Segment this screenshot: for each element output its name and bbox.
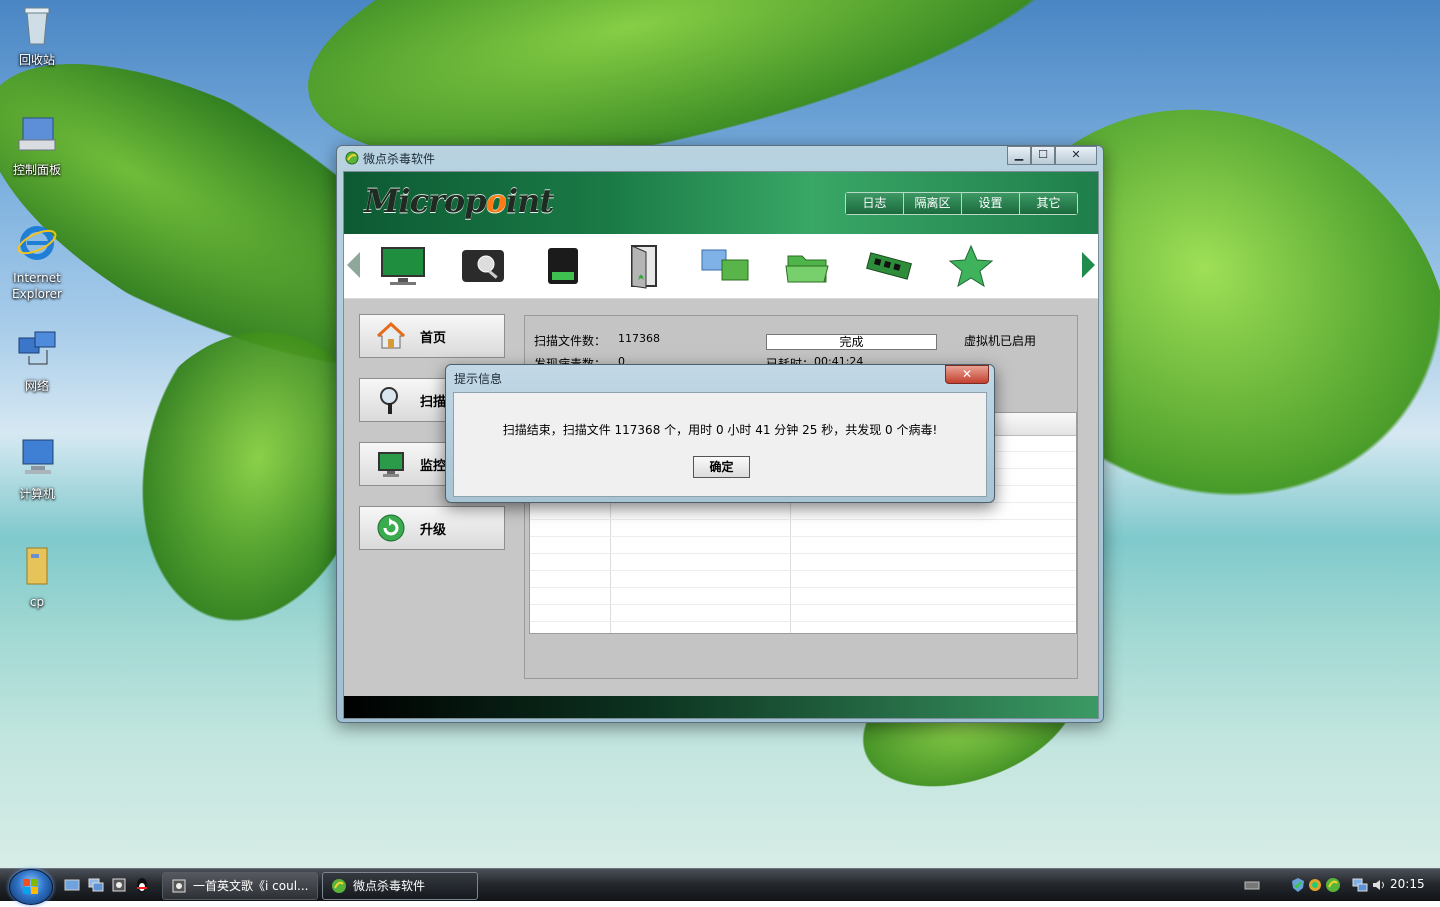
keyboard-icon[interactable] xyxy=(1244,877,1260,893)
media-app-icon xyxy=(172,879,186,893)
home-icon xyxy=(376,321,406,349)
desktop-icon-computer[interactable]: 计算机 xyxy=(1,436,73,502)
network-status-icon[interactable] xyxy=(1352,877,1368,893)
security-tray-icon[interactable] xyxy=(1307,877,1323,893)
micropoint-logo: Micropoint xyxy=(364,182,554,220)
status-bar xyxy=(344,696,1098,718)
computer-icon xyxy=(22,439,54,474)
control-panel-icon xyxy=(18,117,56,151)
minimize-button[interactable]: ▁ xyxy=(1007,146,1031,165)
monitor-icon[interactable] xyxy=(376,242,430,290)
usb-drive-icon[interactable] xyxy=(536,242,590,290)
app-logo-icon xyxy=(332,879,346,893)
disk-scan-icon[interactable] xyxy=(456,242,510,290)
info-dialog: 提示信息 ✕ 扫描结束，扫描文件 117368 个，用时 0 小时 41 分钟 … xyxy=(445,364,995,503)
desktop-icon-label: 网络 xyxy=(24,379,49,393)
shield-check-icon[interactable] xyxy=(1290,877,1306,893)
network-icon xyxy=(18,331,56,365)
memory-icon[interactable] xyxy=(862,242,916,290)
dialog-ok-button[interactable]: 确定 xyxy=(693,456,750,478)
taskbar-item-music-player[interactable]: 一首英文歌《i coul... xyxy=(162,872,318,900)
desktop-icon-label: 计算机 xyxy=(18,487,55,501)
qq-penguin-icon[interactable] xyxy=(134,877,150,893)
monitor-icon xyxy=(378,452,404,477)
folder-open-icon[interactable] xyxy=(780,242,834,290)
app-logo-icon[interactable] xyxy=(1325,877,1341,893)
update-button-label: 升级 xyxy=(420,523,447,538)
tool-strip xyxy=(344,234,1098,299)
desktop-icon-recycle-bin[interactable]: 回收站 xyxy=(1,2,73,68)
magnifier-icon xyxy=(380,387,398,414)
files-scanned-value: 117368 xyxy=(618,332,660,345)
nav-other-button[interactable]: 其它 xyxy=(1019,193,1077,214)
header-banner: Micropoint 日志 隔离区 设置 其它 xyxy=(344,172,1098,234)
folder-icon xyxy=(26,547,48,585)
taskbar-item-label: 一首英文歌《i coul... xyxy=(193,879,309,893)
dialog-close-button[interactable]: ✕ xyxy=(945,365,989,384)
scroll-left-arrow-icon[interactable] xyxy=(347,252,360,278)
nav-log-button[interactable]: 日志 xyxy=(846,193,903,214)
star-icon[interactable] xyxy=(944,242,998,290)
dialog-title: 提示信息 xyxy=(454,372,503,386)
desktop-icon-control-panel[interactable]: 控制面板 xyxy=(1,112,73,178)
show-desktop-icon[interactable] xyxy=(64,877,80,893)
scroll-right-arrow-icon[interactable] xyxy=(1082,252,1095,278)
media-app-icon[interactable] xyxy=(111,877,127,893)
desktop-icon-label: 控制面板 xyxy=(12,163,61,177)
app-logo-icon xyxy=(345,151,359,165)
progress-status-text: 完成 xyxy=(839,335,864,349)
update-button[interactable]: 升级 xyxy=(359,506,505,550)
monitor-button-label: 监控 xyxy=(420,459,447,474)
switch-windows-icon[interactable] xyxy=(88,877,104,893)
home-button[interactable]: 首页 xyxy=(359,314,505,358)
top-nav: 日志 隔离区 设置 其它 xyxy=(845,192,1078,215)
door-exit-icon[interactable] xyxy=(616,242,670,290)
files-scanned-label: 扫描文件数： xyxy=(534,334,607,348)
desktop-icon-label: 回收站 xyxy=(18,53,55,67)
update-icon xyxy=(377,514,405,542)
taskbar-clock[interactable]: 20:15 xyxy=(1390,877,1425,891)
recycle-bin-icon xyxy=(24,7,50,45)
nav-quarantine-button[interactable]: 隔离区 xyxy=(903,193,961,214)
desktop-icon-network[interactable]: 网络 xyxy=(1,328,73,394)
vm-status-text: 虚拟机已启用 xyxy=(964,334,1037,348)
desktop-icon-label: cp xyxy=(29,595,45,609)
network-share-icon[interactable] xyxy=(698,242,752,290)
window-title: 微点杀毒软件 xyxy=(363,152,436,166)
scan-button-label: 扫描 xyxy=(420,395,447,410)
scan-progress-bar: 完成 xyxy=(766,334,937,350)
internet-explorer-icon xyxy=(17,226,57,260)
desktop-icon-cp-folder[interactable]: cp xyxy=(1,544,73,610)
nav-settings-button[interactable]: 设置 xyxy=(961,193,1019,214)
dialog-message: 扫描结束，扫描文件 117368 个，用时 0 小时 41 分钟 25 秒，共发… xyxy=(502,423,938,437)
home-button-label: 首页 xyxy=(420,331,447,346)
windows-logo-icon xyxy=(23,879,38,894)
dialog-body: 扫描结束，扫描文件 117368 个，用时 0 小时 41 分钟 25 秒，共发… xyxy=(453,392,987,497)
close-button[interactable]: ✕ xyxy=(1055,146,1097,165)
taskbar: 一首英文歌《i coul... 微点杀毒软件 20:15 xyxy=(0,868,1440,905)
volume-icon[interactable] xyxy=(1371,877,1387,893)
taskbar-item-label: 微点杀毒软件 xyxy=(353,879,426,893)
desktop-icon-label: Internet Explorer xyxy=(12,271,62,301)
desktop-icon-internet-explorer[interactable]: Internet Explorer xyxy=(1,220,73,302)
taskbar-item-micropoint[interactable]: 微点杀毒软件 xyxy=(322,872,478,900)
maximize-button[interactable]: ☐ xyxy=(1031,146,1055,165)
